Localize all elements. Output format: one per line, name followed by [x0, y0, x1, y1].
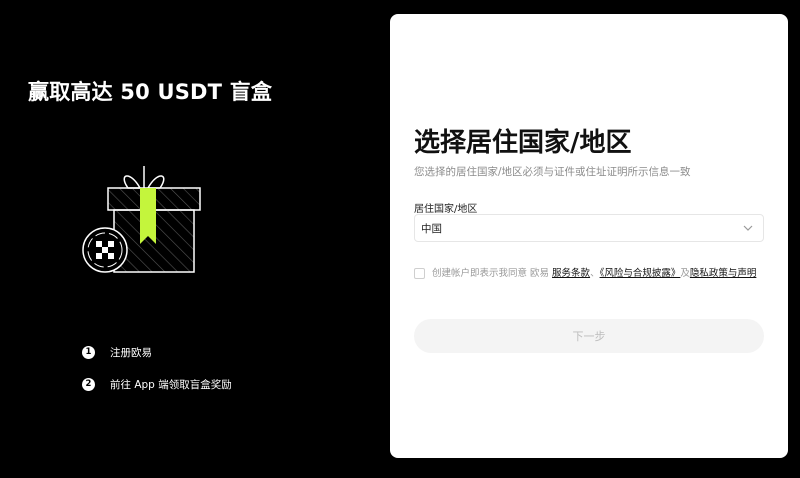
country-value: 中国	[421, 222, 442, 235]
promo-steps: 1 注册欧易 2 前往 App 端领取盲盒奖励	[82, 342, 232, 406]
agree-checkbox[interactable]	[414, 268, 425, 279]
agreement-prefix: 创建帐户即表示我同意 欧易	[432, 268, 553, 279]
gift-box-icon	[78, 160, 218, 280]
step-number-2: 2	[82, 377, 95, 391]
step-label-1: 注册欧易	[110, 346, 152, 359]
country-select[interactable]: 中国	[414, 214, 764, 242]
country-form-card: 选择居住国家/地区 您选择的居住国家/地区必须与证件或住址证明所示信息一致 居住…	[390, 14, 788, 458]
chevron-down-icon	[743, 223, 753, 233]
okx-logo-icon	[82, 227, 128, 273]
terms-link[interactable]: 服务条款	[552, 268, 590, 279]
form-title: 选择居住国家/地区	[414, 128, 632, 158]
step-2: 2 前往 App 端领取盲盒奖励	[82, 374, 232, 394]
terms-agreement: 创建帐户即表示我同意 欧易 服务条款、《风险与合规披露》及隐私政策与声明	[414, 266, 769, 281]
step-1: 1 注册欧易	[82, 342, 232, 362]
form-subtitle: 您选择的居住国家/地区必须与证件或住址证明所示信息一致	[414, 166, 691, 178]
step-label-2: 前往 App 端领取盲盒奖励	[110, 378, 232, 391]
next-button[interactable]: 下一步	[414, 319, 764, 353]
promo-title: 赢取高达 50 USDT 盲盒	[28, 80, 273, 104]
country-label: 居住国家/地区	[414, 204, 478, 215]
step-number-1: 1	[82, 345, 95, 359]
privacy-link[interactable]: 隐私政策与声明	[690, 268, 757, 279]
separator-2: 及	[680, 268, 690, 279]
agreement-text: 创建帐户即表示我同意 欧易 服务条款、《风险与合规披露》及隐私政策与声明	[432, 266, 756, 281]
risk-disclosure-link[interactable]: 《风险与合规披露》	[600, 268, 681, 279]
separator-1: 、	[590, 268, 600, 279]
